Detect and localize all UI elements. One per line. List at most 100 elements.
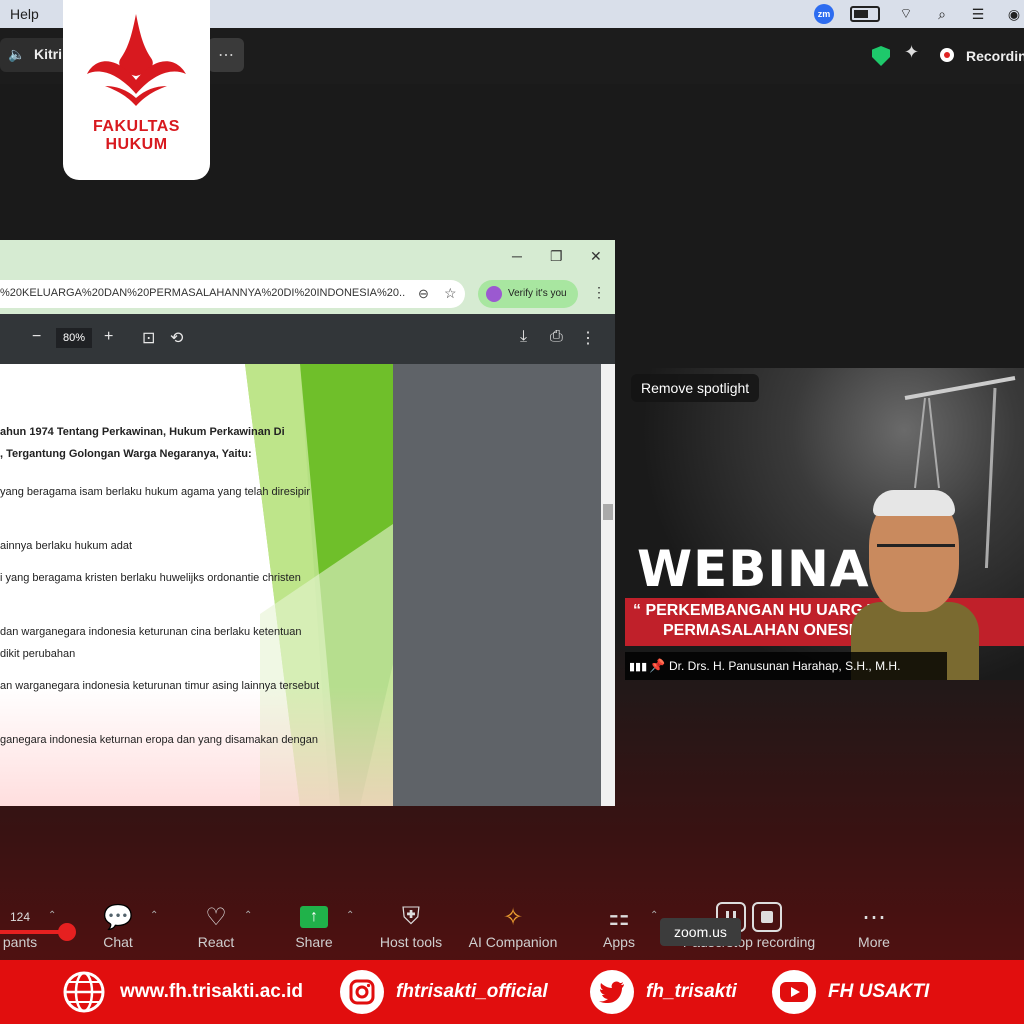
siri-icon[interactable]: ◉ xyxy=(1004,5,1024,23)
react-label: React xyxy=(197,934,235,950)
speaker-nametag: ▮▮▮ 📌 Dr. Drs. H. Panusunan Harahap, S.H… xyxy=(625,652,947,680)
chat-icon: 💬 xyxy=(103,903,133,931)
ai-companion-button[interactable]: ✧ AI Companion xyxy=(464,900,562,951)
youtube-text: FH USAKTI xyxy=(828,981,930,1002)
pdf-line: an warganegara indonesia keturunan timur… xyxy=(0,680,320,692)
zoom-out-icon[interactable]: − xyxy=(32,328,41,346)
speaker-glasses xyxy=(877,544,955,565)
recording-label[interactable]: Recordin xyxy=(966,48,1024,64)
search-icon[interactable]: ⌕ xyxy=(932,5,952,23)
instagram-icon xyxy=(340,970,384,1014)
pdf-line: yang beragama isam berlaku hukum agama y… xyxy=(0,486,311,498)
speaker-video-tile[interactable]: WEBINA “ PERKEMBANGAN HU UARGA I PERMASA… xyxy=(625,368,1024,680)
battery-icon[interactable] xyxy=(850,6,880,22)
zoom-status-icon[interactable]: zm xyxy=(814,4,834,24)
profile-icon xyxy=(486,286,502,302)
verify-button[interactable]: Verify it's you xyxy=(478,280,578,308)
twitter-link[interactable]: fh_trisakti xyxy=(590,960,737,1024)
meeting-toolbar: pants 124 ⌃ 💬 Chat ⌃ ♡ React ⌃ ↑ Share ⌃… xyxy=(0,900,1024,960)
share-button[interactable]: ↑ Share xyxy=(288,900,340,950)
browser-menu-icon[interactable]: ⋮ xyxy=(592,284,606,301)
restore-icon[interactable]: ❐ xyxy=(550,248,563,265)
ai-sparkle-icon[interactable]: ✦ xyxy=(904,42,919,63)
apps-label: Apps xyxy=(603,934,635,950)
ai-companion-icon: ✧ xyxy=(502,903,524,931)
print-icon[interactable]: ⎙ xyxy=(550,328,563,346)
share-icon-wrap: ↑ xyxy=(288,900,340,934)
zoom-level[interactable]: 80% xyxy=(56,328,92,348)
wifi-icon[interactable]: ⌔ xyxy=(896,5,916,23)
url-text: %20KELUARGA%20DAN%20PERMASALAHANNYA%20DI… xyxy=(0,287,405,299)
pdf-line: dan warganegara indonesia keturunan cina… xyxy=(0,626,302,638)
chat-caret-icon[interactable]: ⌃ xyxy=(150,910,158,921)
security-shield-icon[interactable] xyxy=(872,46,890,66)
signal-icon: ▮▮▮ xyxy=(629,661,648,673)
youtube-icon xyxy=(772,970,816,1014)
page-gradient xyxy=(0,686,393,806)
pdf-line: ahun 1974 Tentang Perkawinan, Hukum Perk… xyxy=(0,426,285,438)
more-icon: ⋯ xyxy=(862,903,886,931)
verify-label: Verify it's you xyxy=(508,288,567,299)
remove-spotlight-button[interactable]: Remove spotlight xyxy=(631,374,760,402)
pin-icon[interactable]: 📌 xyxy=(649,658,665,674)
pdf-toolbar: − 80% + ⊡ ⟲ ⤓ ⎙ ⋮ xyxy=(0,314,615,362)
share-caret-icon[interactable]: ⌃ xyxy=(346,910,354,921)
share-icon: ↑ xyxy=(300,906,328,928)
control-center-icon[interactable]: ☰ xyxy=(968,5,988,23)
heart-icon: ♡ xyxy=(205,903,227,931)
fit-page-icon[interactable]: ⊡ xyxy=(142,328,155,348)
webinar-title: WEBINA xyxy=(637,540,870,598)
logo-emblem-icon xyxy=(87,14,186,106)
url-field[interactable]: %20KELUARGA%20DAN%20PERMASALAHANNYA%20DI… xyxy=(0,280,465,308)
browser-titlebar: ─ ❐ ✕ xyxy=(0,240,615,274)
download-icon[interactable]: ⤓ xyxy=(520,328,527,346)
meeting-name: Kitri xyxy=(34,46,62,62)
globe-icon xyxy=(63,971,105,1013)
pdf-more-icon[interactable]: ⋮ xyxy=(580,328,596,348)
close-icon[interactable]: ✕ xyxy=(590,248,602,265)
recording-dot-icon xyxy=(940,48,954,62)
website-link[interactable]: www.fh.trisakti.ac.id xyxy=(62,960,303,1024)
zoom-in-icon[interactable]: + xyxy=(104,328,113,346)
rotate-icon[interactable]: ⟲ xyxy=(170,328,183,348)
apps-button[interactable]: ⚏ Apps xyxy=(596,900,642,951)
apps-caret-icon[interactable]: ⌃ xyxy=(650,910,658,921)
chat-button[interactable]: 💬 Chat xyxy=(96,900,140,951)
share-label: Share xyxy=(295,934,333,950)
more-label: More xyxy=(858,934,890,950)
logo-text-line2: HUKUM xyxy=(105,136,168,153)
instagram-link[interactable]: fhtrisakti_official xyxy=(340,960,548,1024)
help-menu[interactable]: Help xyxy=(10,6,39,22)
pdf-background xyxy=(393,364,601,806)
speaker-icon: 🔈 xyxy=(8,46,26,62)
participants-count: 124 xyxy=(10,910,31,924)
stop-icon[interactable] xyxy=(752,902,782,932)
pdf-line: ainnya berlaku hukum adat xyxy=(0,540,133,552)
pdf-page: ahun 1974 Tentang Perkawinan, Hukum Perk… xyxy=(0,364,393,806)
host-tools-icon: ⛨ xyxy=(402,903,420,930)
youtube-link[interactable]: FH USAKTI xyxy=(772,960,929,1024)
pdf-line: ganegara indonesia keturnan eropa dan ya… xyxy=(0,734,319,746)
banner-line2: PERMASALAHAN ONESIA xyxy=(663,622,865,639)
logo-text-line1: FAKULTAS xyxy=(93,118,180,135)
more-options-button[interactable]: ⋯ xyxy=(208,38,244,72)
more-button[interactable]: ⋯ More xyxy=(852,900,896,951)
scrollbar-thumb[interactable] xyxy=(603,504,613,520)
fakultas-hukum-logo: FAKULTAS HUKUM xyxy=(63,0,210,180)
pdf-line: i yang beragama kristen berlaku huwelijk… xyxy=(0,572,301,584)
pdf-scrollbar[interactable] xyxy=(601,364,615,806)
twitter-icon xyxy=(590,970,634,1014)
host-tools-label: Host tools xyxy=(379,934,443,950)
ai-companion-label: AI Companion xyxy=(468,934,558,950)
chat-label: Chat xyxy=(103,934,133,950)
participants-caret-icon[interactable]: ⌃ xyxy=(48,910,56,921)
speaker-hair xyxy=(873,490,955,516)
react-button[interactable]: ♡ React xyxy=(190,900,242,951)
website-text: www.fh.trisakti.ac.id xyxy=(120,981,304,1002)
participants-button[interactable]: pants xyxy=(0,900,40,950)
minimize-icon[interactable]: ─ xyxy=(512,248,522,264)
react-caret-icon[interactable]: ⌃ xyxy=(244,910,252,921)
twitter-text: fh_trisakti xyxy=(646,981,737,1002)
host-tools-button[interactable]: ⛨ Host tools xyxy=(374,900,448,950)
banner-line1: “ PERKEMBANGAN HU UARGA I xyxy=(633,602,884,619)
